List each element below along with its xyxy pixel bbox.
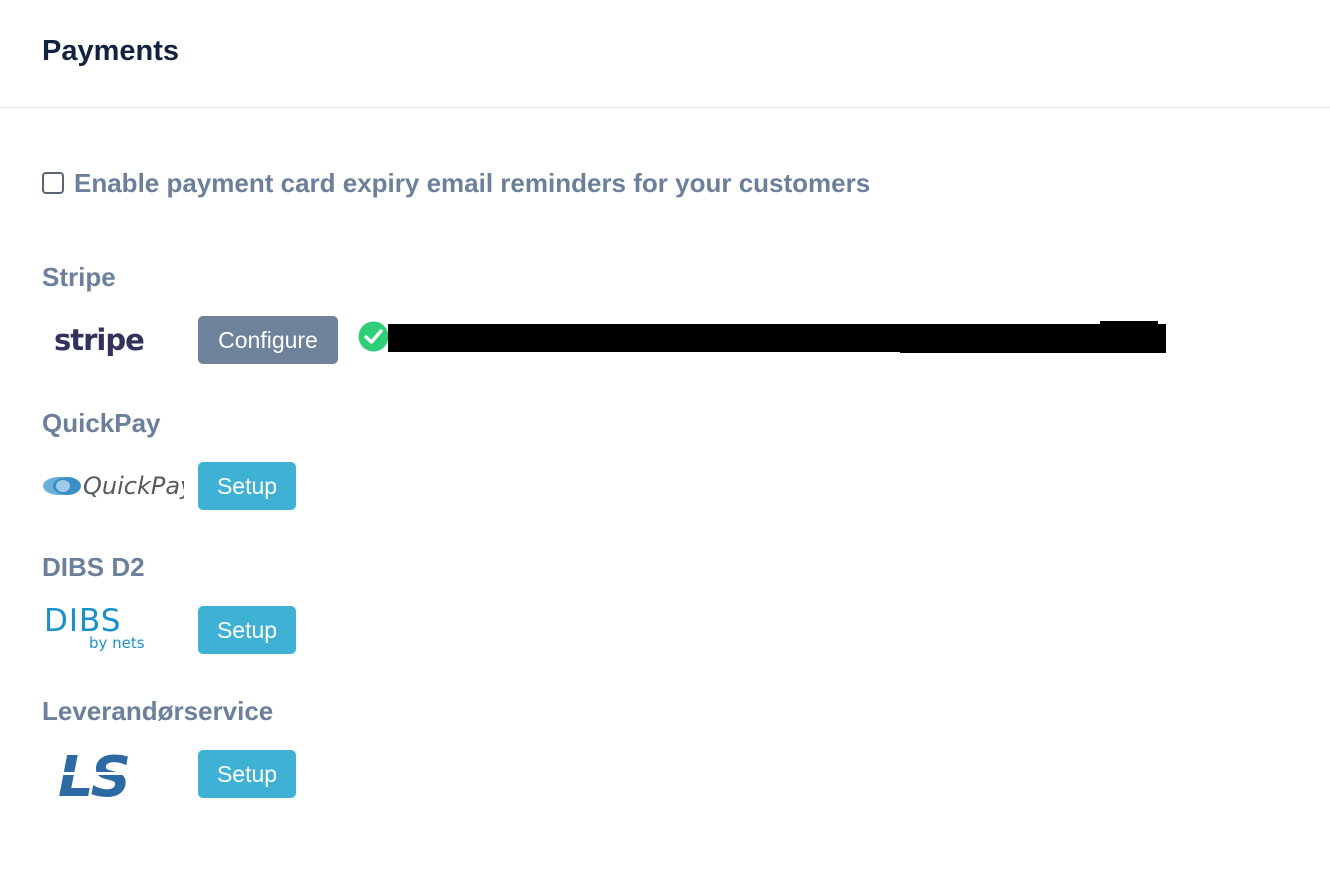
stripe-configure-button[interactable]: Configure	[198, 316, 338, 364]
page-header: Payments	[0, 0, 1330, 108]
section-title-dibs-d2: DIBS D2	[42, 552, 145, 582]
quickpay-setup-button[interactable]: Setup	[198, 462, 296, 510]
dibs-logo-subtext: by nets	[89, 634, 145, 652]
expiry-reminder-checkbox[interactable]	[42, 172, 64, 194]
dibs-logo: DIBS by nets	[44, 604, 148, 654]
connected-check-icon	[358, 321, 389, 352]
dibs-logo-graphic: DIBS by nets	[44, 604, 145, 652]
expiry-reminder-row: Enable payment card expiry email reminde…	[42, 166, 870, 200]
section-title-leverandorservice: Leverandørservice	[42, 696, 274, 726]
stripe-logo: stripe	[54, 320, 144, 360]
expiry-reminder-label[interactable]: Enable payment card expiry email reminde…	[74, 166, 870, 200]
redacted-account-info-fragment	[900, 348, 1166, 353]
quickpay-logo: QuickPay	[42, 466, 184, 506]
stripe-logo-text: stripe	[54, 323, 144, 357]
redacted-account-info-fragment	[1100, 321, 1158, 327]
quickpay-logo-text: QuickPay	[83, 472, 184, 500]
page-title: Payments	[42, 35, 180, 67]
section-title-stripe: Stripe	[42, 262, 116, 292]
ls-logo-graphic: LS	[43, 748, 151, 802]
leverandorservice-logo: LS	[43, 748, 151, 802]
quickpay-logo-graphic: QuickPay	[43, 472, 184, 500]
dibs-setup-button[interactable]: Setup	[198, 606, 296, 654]
leverandorservice-setup-button[interactable]: Setup	[198, 750, 296, 798]
section-title-quickpay: QuickPay	[42, 408, 161, 438]
stripe-logo-graphic: stripe	[54, 323, 144, 357]
